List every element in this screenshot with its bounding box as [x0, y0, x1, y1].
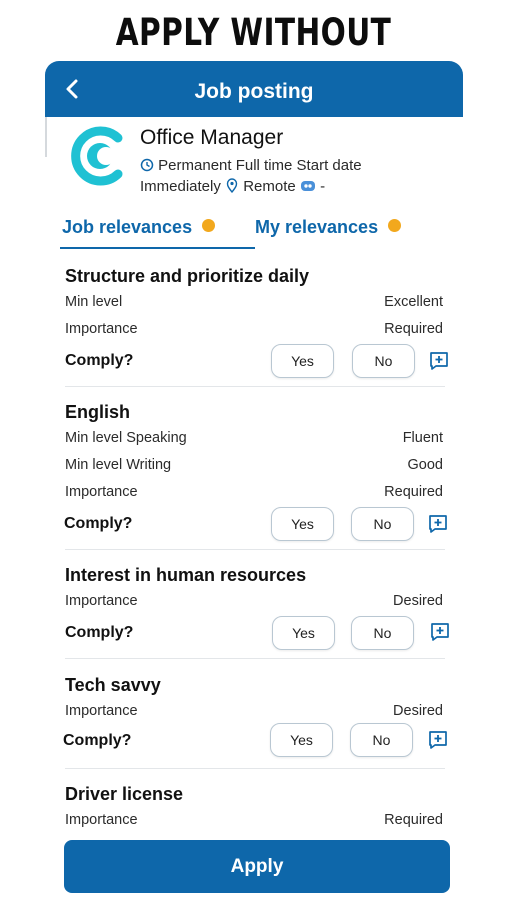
comply-yes-button[interactable]: Yes — [272, 616, 335, 650]
section-divider — [65, 386, 445, 387]
comply-yes-button[interactable]: Yes — [270, 723, 333, 757]
requirement-row: Importance Required — [65, 812, 443, 828]
remote-icon — [300, 181, 315, 191]
requirement-row: Importance Desired — [65, 593, 443, 609]
app-header: Job posting — [45, 61, 463, 117]
row-label: Importance — [65, 703, 138, 719]
add-comment-icon[interactable] — [429, 351, 449, 371]
active-tab-underline — [60, 247, 255, 249]
job-title: Office Manager — [140, 126, 284, 149]
section-divider — [65, 549, 445, 550]
remote-tail-text: - — [320, 178, 326, 195]
tab-job-relevances-label: Job relevances — [62, 217, 193, 237]
row-value: Good — [407, 457, 443, 473]
job-type-text: Permanent Full time Start date — [158, 157, 362, 174]
row-value: Fluent — [402, 430, 443, 446]
clock-icon — [140, 158, 154, 172]
back-chevron-icon[interactable] — [59, 75, 87, 103]
requirement-title: Interest in human resources — [65, 565, 307, 585]
section-divider — [65, 658, 445, 659]
tab-indicator-dot — [202, 219, 216, 232]
row-label: Importance — [65, 593, 138, 609]
add-comment-icon[interactable] — [430, 622, 450, 642]
location-pin-icon — [226, 178, 238, 194]
requirement-row: Importance Desired — [65, 703, 443, 719]
requirement-title: Driver license — [65, 784, 184, 804]
apply-button[interactable]: Apply — [64, 840, 450, 893]
relevance-tabs: Job relevances My relevances — [60, 217, 462, 251]
row-value: Required — [384, 484, 443, 500]
start-date-text: Immediately — [140, 178, 221, 195]
comply-label: Comply? — [65, 352, 134, 369]
comply-no-button[interactable]: No — [351, 616, 414, 650]
row-label: Min level Speaking — [65, 430, 187, 446]
comply-label: Comply? — [64, 515, 133, 532]
tab-indicator-dot — [388, 219, 402, 232]
requirement-row: Importance Required — [65, 484, 443, 500]
row-value: Desired — [393, 593, 443, 609]
comply-label: Comply? — [63, 732, 132, 749]
row-label: Importance — [65, 812, 138, 828]
row-label: Min level — [65, 294, 123, 310]
company-logo-icon — [71, 126, 123, 186]
comply-yes-button[interactable]: Yes — [271, 344, 334, 378]
tab-my-relevances-label: My relevances — [255, 217, 379, 237]
comply-no-button[interactable]: No — [352, 344, 415, 378]
requirement-title: English — [65, 402, 131, 422]
requirement-row: Min level Excellent — [65, 294, 443, 310]
row-value: Excellent — [384, 294, 443, 310]
card-edge-divider — [45, 117, 47, 157]
requirement-title: Tech savvy — [65, 675, 161, 695]
location-text: Remote — [243, 178, 296, 195]
requirement-row: Min level Writing Good — [65, 457, 443, 473]
requirement-row: Importance Required — [65, 321, 443, 337]
tab-my-relevances[interactable]: My relevances — [255, 217, 402, 238]
comply-label: Comply? — [65, 624, 134, 641]
add-comment-icon[interactable] — [428, 730, 448, 750]
requirement-title: Structure and prioritize daily — [65, 266, 310, 286]
requirement-row: Min level Speaking Fluent — [65, 430, 443, 446]
row-label: Importance — [65, 484, 138, 500]
add-comment-icon[interactable] — [428, 514, 448, 534]
row-value: Required — [384, 812, 443, 828]
row-label: Min level Writing — [65, 457, 172, 473]
job-type-line: Permanent Full time Start date — [140, 157, 362, 174]
comply-no-button[interactable]: No — [351, 507, 414, 541]
promo-banner-title: APPLY WITHOUT RESUME — [115, 11, 392, 104]
row-value: Required — [384, 321, 443, 337]
job-start-line: Immediately Remote - — [140, 178, 325, 195]
row-label: Importance — [65, 321, 138, 337]
tab-job-relevances[interactable]: Job relevances — [62, 217, 216, 238]
header-title: Job posting — [194, 80, 314, 103]
comply-no-button[interactable]: No — [350, 723, 413, 757]
section-divider — [65, 768, 445, 769]
comply-yes-button[interactable]: Yes — [271, 507, 334, 541]
row-value: Desired — [393, 703, 443, 719]
